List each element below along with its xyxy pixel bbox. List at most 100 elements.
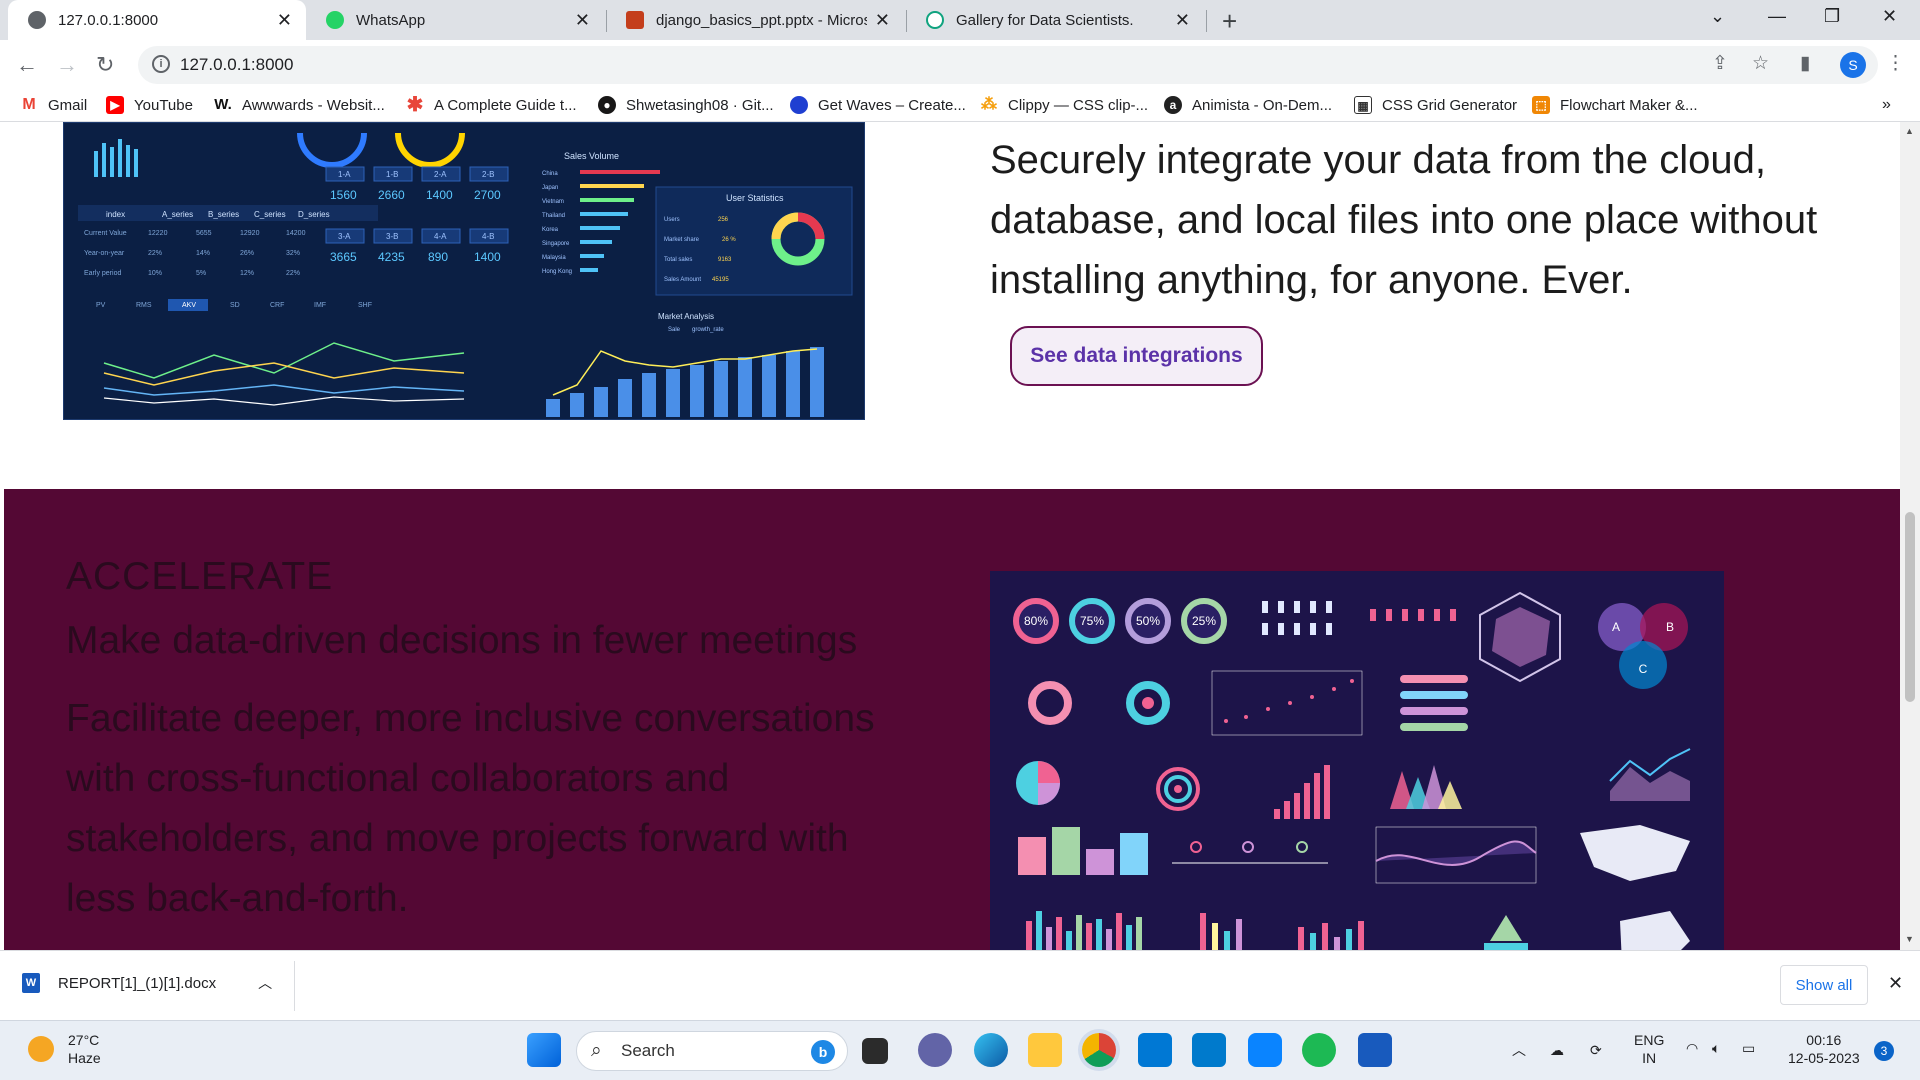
tab-localhost[interactable]: 127.0.0.1:8000 ✕: [8, 0, 306, 40]
cortana-icon[interactable]: [1248, 1033, 1282, 1067]
country-label: Vietnam: [542, 199, 564, 205]
microsoft-store-icon[interactable]: [1138, 1033, 1172, 1067]
table-cell: Early period: [84, 270, 121, 277]
bookmark-youtube[interactable]: ▶ YouTube: [106, 96, 193, 114]
show-hidden-icons[interactable]: ︿: [1512, 1041, 1526, 1059]
more-bookmarks-icon[interactable]: »: [1882, 96, 1891, 114]
share-icon[interactable]: ⇪: [1712, 52, 1728, 75]
scroll-up-icon[interactable]: ▲: [1905, 126, 1914, 136]
tab-title: 127.0.0.1:8000: [58, 11, 159, 29]
new-tab-icon[interactable]: +: [1222, 6, 1237, 37]
restore-icon[interactable]: ❐: [1824, 6, 1840, 27]
close-tab-icon[interactable]: ✕: [575, 10, 590, 31]
sync-icon[interactable]: ⟳: [1590, 1041, 1602, 1059]
user-stat-label: Market share: [664, 237, 700, 243]
language-indicator[interactable]: ENG IN: [1634, 1031, 1664, 1067]
bookmark-github[interactable]: ● Shwetasingh08 · Git...: [598, 96, 774, 114]
download-shelf: W REPORT[1]_(1)[1].docx ︿ Show all ✕: [0, 950, 1920, 1020]
see-data-integrations-button[interactable]: See data integrations: [1010, 326, 1263, 386]
tab-gallery[interactable]: Gallery for Data Scientists. ✕: [906, 0, 1204, 40]
download-filename: REPORT[1]_(1)[1].docx: [58, 974, 217, 992]
tab-whatsapp[interactable]: WhatsApp ✕: [306, 0, 604, 40]
page-scrollbar[interactable]: ▲ ▼: [1900, 122, 1920, 950]
bookmark-flowchart[interactable]: ⬚ Flowchart Maker &...: [1532, 96, 1698, 114]
user-stat-label: Users: [664, 217, 680, 223]
haze-weather-icon: [28, 1036, 54, 1062]
bookmark-clippy[interactable]: ⁂ Clippy — CSS clip-...: [980, 96, 1148, 114]
forward-icon[interactable]: →: [56, 52, 78, 78]
chrome-icon[interactable]: [1082, 1033, 1116, 1067]
wifi-icon[interactable]: ◠: [1686, 1039, 1698, 1057]
address-bar[interactable]: i 127.0.0.1:8000: [138, 46, 1878, 84]
menu-icon[interactable]: ⋮: [1886, 52, 1905, 75]
clippy-icon: ⁂: [980, 96, 998, 114]
battery-icon[interactable]: ▭: [1742, 1039, 1755, 1057]
task-view-icon[interactable]: [862, 1038, 888, 1064]
country-label: Singapore: [542, 241, 570, 247]
vscode-icon[interactable]: [1192, 1033, 1226, 1067]
bookmark-css-tricks[interactable]: ✱ A Complete Guide t...: [406, 95, 577, 115]
bookmark-css-grid[interactable]: ▦ CSS Grid Generator: [1354, 96, 1517, 114]
user-stat-value: 45195: [712, 277, 729, 283]
download-item[interactable]: W REPORT[1]_(1)[1].docx ︿: [22, 973, 272, 993]
bookmark-animista[interactable]: a Animista - On-Dem...: [1164, 96, 1332, 114]
infographic-illustration: 80% 75% 50% 25% A B C: [990, 571, 1724, 950]
close-tab-icon[interactable]: ✕: [1175, 10, 1190, 31]
tab-search-icon[interactable]: ⌄: [1710, 6, 1725, 27]
reload-icon[interactable]: ↻: [96, 52, 114, 78]
region: IN: [1642, 1050, 1657, 1066]
tile-label: 1-A: [338, 170, 351, 179]
tab-powerpoint[interactable]: django_basics_ppt.pptx - Microsc ✕: [606, 0, 904, 40]
table-header: C_series: [254, 210, 286, 219]
site-info-icon[interactable]: i: [152, 55, 170, 73]
scroll-down-icon[interactable]: ▼: [1905, 934, 1914, 944]
table-header: A_series: [162, 210, 193, 219]
close-window-icon[interactable]: ✕: [1882, 6, 1897, 27]
minimize-icon[interactable]: —: [1768, 6, 1786, 27]
whatsapp-icon: [326, 11, 344, 29]
tab-title: django_basics_ppt.pptx - Microsc: [656, 11, 867, 29]
country-label: Hong Kong: [542, 269, 572, 275]
table-header: D_series: [298, 210, 330, 219]
globe-icon: [28, 11, 46, 29]
back-icon[interactable]: ←: [16, 52, 38, 78]
weather-widget[interactable]: 27°C Haze: [28, 1031, 101, 1067]
venn-label: B: [1666, 620, 1674, 634]
bookmark-gmail[interactable]: M Gmail: [20, 96, 87, 114]
file-explorer-icon[interactable]: [1028, 1033, 1062, 1067]
close-shelf-icon[interactable]: ✕: [1888, 973, 1903, 994]
edge-icon[interactable]: [974, 1033, 1008, 1067]
table-cell: 32%: [286, 250, 300, 257]
windows-start-icon[interactable]: [527, 1033, 561, 1067]
profile-avatar[interactable]: S: [1840, 52, 1866, 78]
scrollbar-thumb[interactable]: [1905, 512, 1915, 702]
clock[interactable]: 00:16 12-05-2023: [1788, 1031, 1860, 1067]
user-stat-label: Total sales: [664, 257, 692, 263]
bookmark-star-icon[interactable]: ☆: [1752, 52, 1769, 75]
donut-label: 80%: [1024, 614, 1048, 628]
tile-value: 2660: [378, 188, 405, 202]
onedrive-icon[interactable]: ☁: [1550, 1041, 1564, 1059]
date: 12-05-2023: [1788, 1050, 1860, 1066]
dashboard-tab: SHF: [358, 302, 372, 309]
bookmark-label: A Complete Guide t...: [434, 96, 577, 114]
show-all-button[interactable]: Show all: [1780, 965, 1868, 1005]
dashboard-tab: AKV: [182, 302, 196, 309]
tile-label: 4-A: [434, 232, 447, 241]
side-panel-icon[interactable]: ▮: [1800, 52, 1810, 75]
notification-badge[interactable]: 3: [1874, 1041, 1894, 1061]
close-tab-icon[interactable]: ✕: [277, 10, 292, 31]
close-tab-icon[interactable]: ✕: [875, 10, 890, 31]
volume-icon[interactable]: 🔈︎: [1712, 1039, 1720, 1057]
teams-chat-icon[interactable]: [918, 1033, 952, 1067]
dashboard-screenshot: index A_series B_series C_series D_serie…: [63, 122, 865, 420]
spotify-icon[interactable]: [1302, 1033, 1336, 1067]
chevron-up-icon[interactable]: ︿: [258, 973, 272, 993]
taskbar-search[interactable]: ⌕ Search b: [576, 1031, 848, 1071]
bookmark-awwwards[interactable]: W. Awwwards - Websit...: [214, 96, 385, 114]
user-stats-title: User Statistics: [726, 193, 784, 203]
temperature: 27°C: [68, 1032, 100, 1048]
bookmark-get-waves[interactable]: Get Waves – Create...: [790, 96, 966, 114]
venn-label: C: [1639, 662, 1648, 676]
word-icon[interactable]: [1358, 1033, 1392, 1067]
